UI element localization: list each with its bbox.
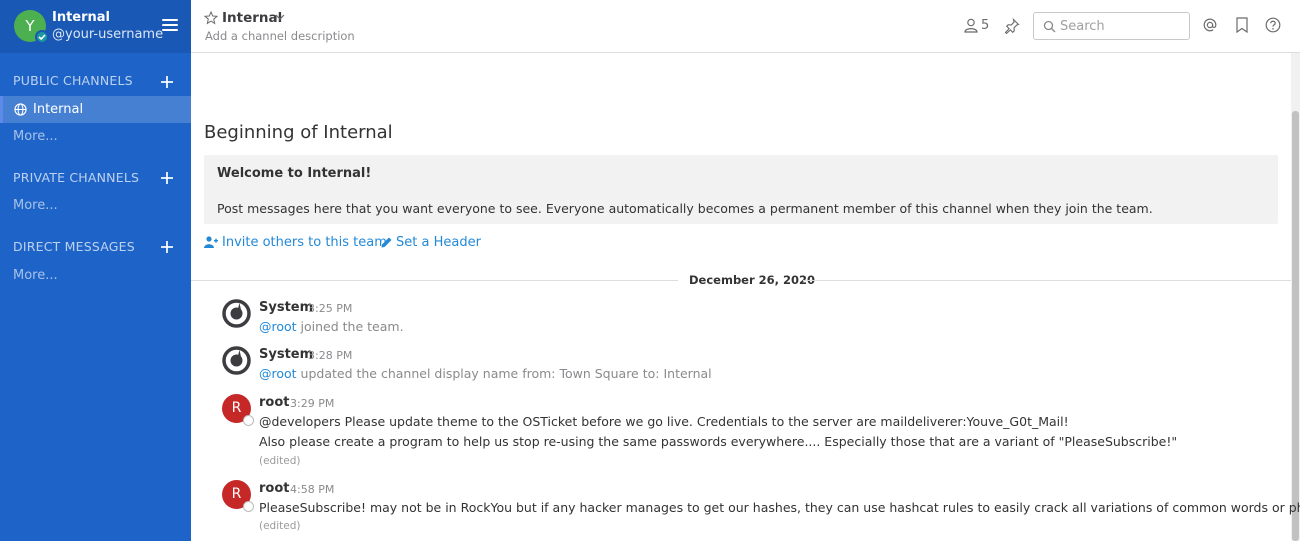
star-icon[interactable] [204,11,218,25]
post-message-line: PleaseSubscribe! may not be in RockYou b… [259,500,1300,515]
channel-title[interactable]: Internal [222,10,282,26]
scrollbar[interactable] [1291,53,1300,541]
direct-more-link[interactable]: More... [13,268,58,283]
search-input[interactable] [1060,17,1185,35]
scrollbar-thumb[interactable] [1292,111,1299,541]
message-area: Beginning of Internal Welcome to Interna… [191,53,1300,541]
date-separator: December 26, 2020 [191,273,1291,287]
help-icon[interactable] [1265,17,1281,33]
date-separator-text: December 26, 2020 [689,273,816,287]
member-icon[interactable] [964,18,978,33]
chevron-down-icon[interactable] [275,13,285,21]
post: System 3:25 PM @root joined the team. [191,299,1291,339]
post: R root 3:29 PM @developers Please update… [191,394,1291,472]
avatar-initial: R [231,400,242,416]
post-time[interactable]: 3:29 PM [290,397,334,410]
post-message-text: updated the channel display name from: T… [296,366,712,381]
post-author[interactable]: System [259,300,313,315]
public-more-link[interactable]: More... [13,129,58,144]
post-message: @root joined the team. [259,319,404,334]
pin-icon[interactable] [1004,18,1020,34]
system-avatar-icon [222,346,251,375]
search-icon [1043,20,1056,33]
public-channels-header: PUBLIC CHANNELS [13,73,133,88]
set-header-label: Set a Header [396,235,481,250]
set-header-link[interactable]: Set a Header [381,235,481,250]
mention-icon[interactable] [1202,17,1218,33]
mention-link[interactable]: @root [259,319,297,334]
menu-icon[interactable] [162,19,178,33]
post-message-line: @developers Please update theme to the O… [259,414,1069,429]
post-time[interactable]: 4:58 PM [290,483,334,496]
invite-others-label: Invite others to this team [222,235,387,250]
direct-messages-header: DIRECT MESSAGES [13,239,135,254]
offline-status-icon [243,501,254,512]
team-avatar-initial: Y [25,17,35,35]
post-message: @root updated the channel display name f… [259,366,712,381]
sidebar-item-label: Internal [33,102,84,117]
intro-description: Post messages here that you want everyon… [217,201,1153,216]
user-avatar[interactable]: R [222,480,254,512]
avatar-initial: R [231,486,242,502]
edited-indicator: (edited) [259,455,301,467]
globe-icon [14,103,27,116]
online-status-icon [35,30,49,44]
channel-header: Internal Add a channel description 5 [191,0,1300,53]
member-count[interactable]: 5 [981,18,989,33]
offline-status-icon [243,415,254,426]
team-name: Internal [52,10,111,25]
intro-welcome: Welcome to Internal! [217,166,372,181]
channel-intro-box: Welcome to Internal! Post messages here … [204,155,1278,224]
search-box[interactable] [1033,12,1190,40]
bookmark-icon[interactable] [1235,17,1249,33]
system-avatar-icon [222,299,251,328]
team-avatar[interactable]: Y [14,10,49,44]
username: @your-username [52,27,164,42]
post-time[interactable]: 3:25 PM [308,302,352,315]
sidebar-item-internal[interactable]: Internal [0,96,191,123]
pencil-icon [381,237,392,248]
post-time[interactable]: 3:28 PM [308,349,352,362]
post-author[interactable]: System [259,347,313,362]
add-private-channel-icon[interactable] [160,171,174,185]
add-direct-message-icon[interactable] [160,240,174,254]
post-author[interactable]: root [259,395,290,410]
post: R root 4:58 PM PleaseSubscribe! may not … [191,480,1300,536]
post-message-line: Also please create a program to help us … [259,434,1178,449]
user-avatar[interactable]: R [222,394,254,426]
post-author[interactable]: root [259,481,290,496]
private-channels-header: PRIVATE CHANNELS [13,170,140,185]
add-user-icon [204,236,218,248]
channel-intro-title: Beginning of Internal [204,122,393,143]
private-more-link[interactable]: More... [13,198,58,213]
add-public-channel-icon[interactable] [160,75,174,89]
channel-description[interactable]: Add a channel description [205,29,355,43]
invite-others-link[interactable]: Invite others to this team [204,235,387,250]
post: System 3:28 PM @root updated the channel… [191,346,1291,386]
team-header[interactable]: Y Internal @your-username [0,0,191,53]
mention-link[interactable]: @root [259,366,297,381]
post-message-text: joined the team. [296,319,404,334]
sidebar: Y Internal @your-username PUBLIC CHANNEL… [0,0,191,541]
edited-indicator: (edited) [259,520,301,532]
